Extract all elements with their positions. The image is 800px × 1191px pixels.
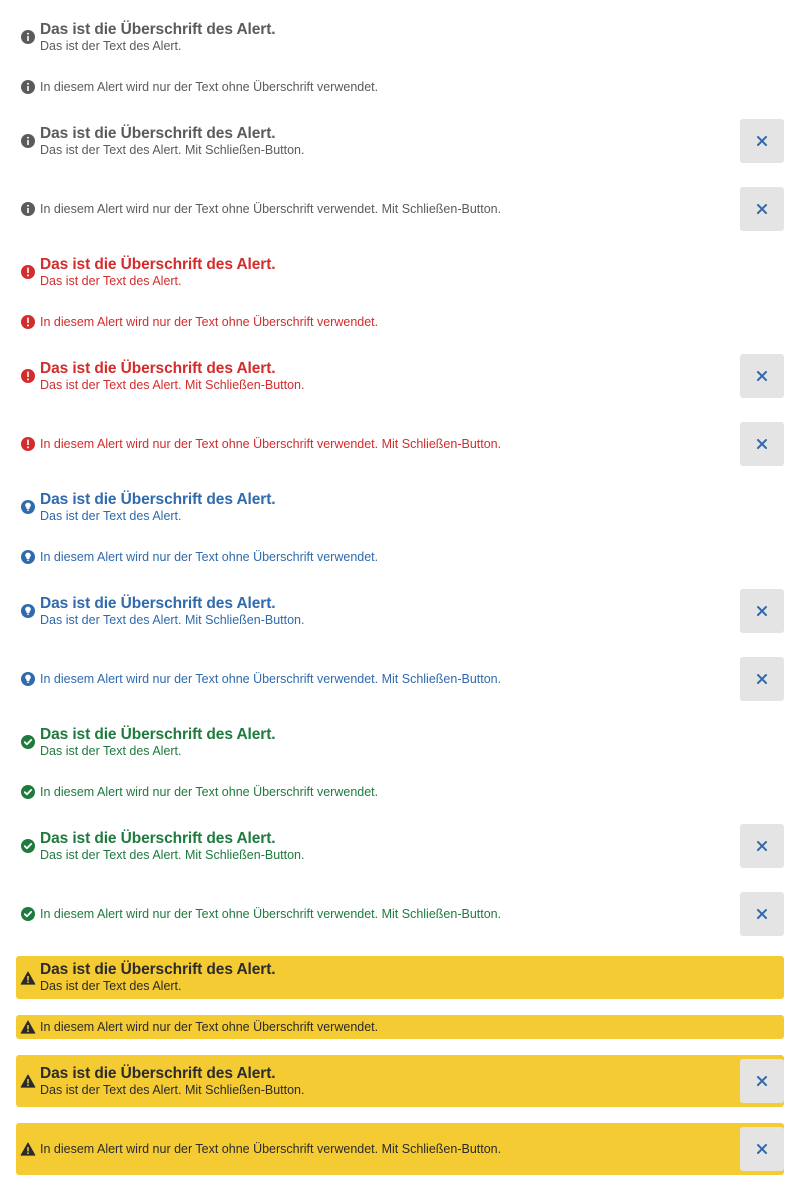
alert-error-text: In diesem Alert wird nur der Text ohne Ü… — [16, 312, 784, 332]
alert-text: In diesem Alert wird nur der Text ohne Ü… — [40, 671, 502, 686]
close-icon — [757, 909, 767, 919]
close-icon — [757, 371, 767, 381]
alert-text: In diesem Alert wird nur der Text ohne Ü… — [40, 201, 502, 216]
close-icon — [757, 1076, 767, 1086]
alert-text: In diesem Alert wird nur der Text ohne Ü… — [40, 549, 379, 564]
exclamation-circle-icon — [20, 264, 36, 280]
alert-info-heading-dismissible: Das ist die Überschrift des Alert. Das i… — [16, 589, 784, 633]
alert-heading: Das ist die Überschrift des Alert. — [40, 594, 276, 612]
alert-neutral-text: In diesem Alert wird nur der Text ohne Ü… — [16, 77, 784, 97]
alert-heading: Das ist die Überschrift des Alert. — [40, 829, 276, 847]
lightbulb-circle-icon — [20, 499, 36, 515]
alert-info-text: In diesem Alert wird nur der Text ohne Ü… — [16, 547, 784, 567]
close-icon — [757, 841, 767, 851]
check-circle-icon — [20, 734, 36, 750]
close-button[interactable] — [740, 1059, 784, 1103]
alert-heading: Das ist die Überschrift des Alert. — [40, 20, 276, 38]
alert-text: In diesem Alert wird nur der Text ohne Ü… — [40, 314, 379, 329]
warning-triangle-icon — [20, 1141, 36, 1157]
alert-neutral-heading: Das ist die Überschrift des Alert. Das i… — [16, 19, 784, 55]
alert-text: Das ist der Text des Alert. — [40, 38, 182, 53]
alert-success-text: In diesem Alert wird nur der Text ohne Ü… — [16, 782, 784, 802]
alert-heading: Das ist die Überschrift des Alert. — [40, 961, 276, 978]
alert-heading: Das ist die Überschrift des Alert. — [40, 359, 276, 377]
alert-neutral-heading-dismissible: Das ist die Überschrift des Alert. Das i… — [16, 119, 784, 163]
check-circle-icon — [20, 838, 36, 854]
alert-text: Das ist der Text des Alert. — [40, 743, 182, 758]
alert-heading: Das ist die Überschrift des Alert. — [40, 490, 276, 508]
alert-warning-heading: Das ist die Überschrift des Alert. Das i… — [16, 956, 784, 999]
alert-neutral-text-dismissible: In diesem Alert wird nur der Text ohne Ü… — [16, 187, 784, 231]
alert-heading: Das ist die Überschrift des Alert. — [40, 725, 276, 743]
alert-text: Das ist der Text des Alert. Mit Schließe… — [40, 142, 305, 157]
alert-success-heading: Das ist die Überschrift des Alert. Das i… — [16, 724, 784, 760]
close-icon — [757, 136, 767, 146]
close-button[interactable] — [740, 354, 784, 398]
close-button[interactable] — [740, 589, 784, 633]
check-circle-icon — [20, 906, 36, 922]
alert-text: Das ist der Text des Alert. — [40, 979, 182, 993]
alert-heading: Das ist die Überschrift des Alert. — [40, 124, 276, 142]
close-button[interactable] — [740, 657, 784, 701]
lightbulb-circle-icon — [20, 603, 36, 619]
close-button[interactable] — [740, 119, 784, 163]
alert-text: Das ist der Text des Alert. — [40, 508, 182, 523]
alert-text: In diesem Alert wird nur der Text ohne Ü… — [40, 1019, 379, 1034]
exclamation-circle-icon — [20, 436, 36, 452]
info-circle-icon — [20, 29, 36, 45]
alert-text: Das ist der Text des Alert. — [40, 273, 182, 288]
alert-text: Das ist der Text des Alert. Mit Schließe… — [40, 612, 305, 627]
lightbulb-circle-icon — [20, 671, 36, 687]
close-button[interactable] — [740, 892, 784, 936]
info-circle-icon — [20, 79, 36, 95]
info-circle-icon — [20, 133, 36, 149]
alert-success-text-dismissible: In diesem Alert wird nur der Text ohne Ü… — [16, 892, 784, 936]
alert-error-heading-dismissible: Das ist die Überschrift des Alert. Das i… — [16, 354, 784, 398]
close-icon — [757, 606, 767, 616]
close-icon — [757, 674, 767, 684]
alert-info-heading: Das ist die Überschrift des Alert. Das i… — [16, 489, 784, 525]
alert-text: In diesem Alert wird nur der Text ohne Ü… — [40, 784, 379, 799]
close-icon — [757, 1144, 767, 1154]
alert-heading: Das ist die Überschrift des Alert. — [40, 1064, 276, 1082]
close-button[interactable] — [740, 1127, 784, 1171]
exclamation-circle-icon — [20, 314, 36, 330]
warning-triangle-icon — [20, 970, 36, 986]
close-icon — [757, 204, 767, 214]
alert-text: Das ist der Text des Alert. Mit Schließe… — [40, 847, 305, 862]
close-button[interactable] — [740, 187, 784, 231]
close-button[interactable] — [740, 422, 784, 466]
lightbulb-circle-icon — [20, 549, 36, 565]
alert-heading: Das ist die Überschrift des Alert. — [40, 255, 276, 273]
exclamation-circle-icon — [20, 368, 36, 384]
warning-triangle-icon — [20, 1073, 36, 1089]
warning-triangle-icon — [20, 1019, 36, 1035]
alert-error-heading: Das ist die Überschrift des Alert. Das i… — [16, 254, 784, 290]
alert-error-text-dismissible: In diesem Alert wird nur der Text ohne Ü… — [16, 422, 784, 466]
alert-success-heading-dismissible: Das ist die Überschrift des Alert. Das i… — [16, 824, 784, 868]
alert-warning-text-dismissible: In diesem Alert wird nur der Text ohne Ü… — [16, 1123, 784, 1175]
alert-text: In diesem Alert wird nur der Text ohne Ü… — [40, 436, 502, 451]
info-circle-icon — [20, 201, 36, 217]
alert-text: In diesem Alert wird nur der Text ohne Ü… — [40, 79, 379, 94]
alert-text: Das ist der Text des Alert. Mit Schließe… — [40, 1082, 305, 1097]
alert-text: In diesem Alert wird nur der Text ohne Ü… — [40, 1141, 502, 1156]
alert-warning-text: In diesem Alert wird nur der Text ohne Ü… — [16, 1015, 784, 1039]
alert-info-text-dismissible: In diesem Alert wird nur der Text ohne Ü… — [16, 657, 784, 701]
close-button[interactable] — [740, 824, 784, 868]
check-circle-icon — [20, 784, 36, 800]
alert-text: Das ist der Text des Alert. Mit Schließe… — [40, 377, 305, 392]
close-icon — [757, 439, 767, 449]
alert-text: In diesem Alert wird nur der Text ohne Ü… — [40, 906, 502, 921]
alert-warning-heading-dismissible: Das ist die Überschrift des Alert. Das i… — [16, 1055, 784, 1107]
